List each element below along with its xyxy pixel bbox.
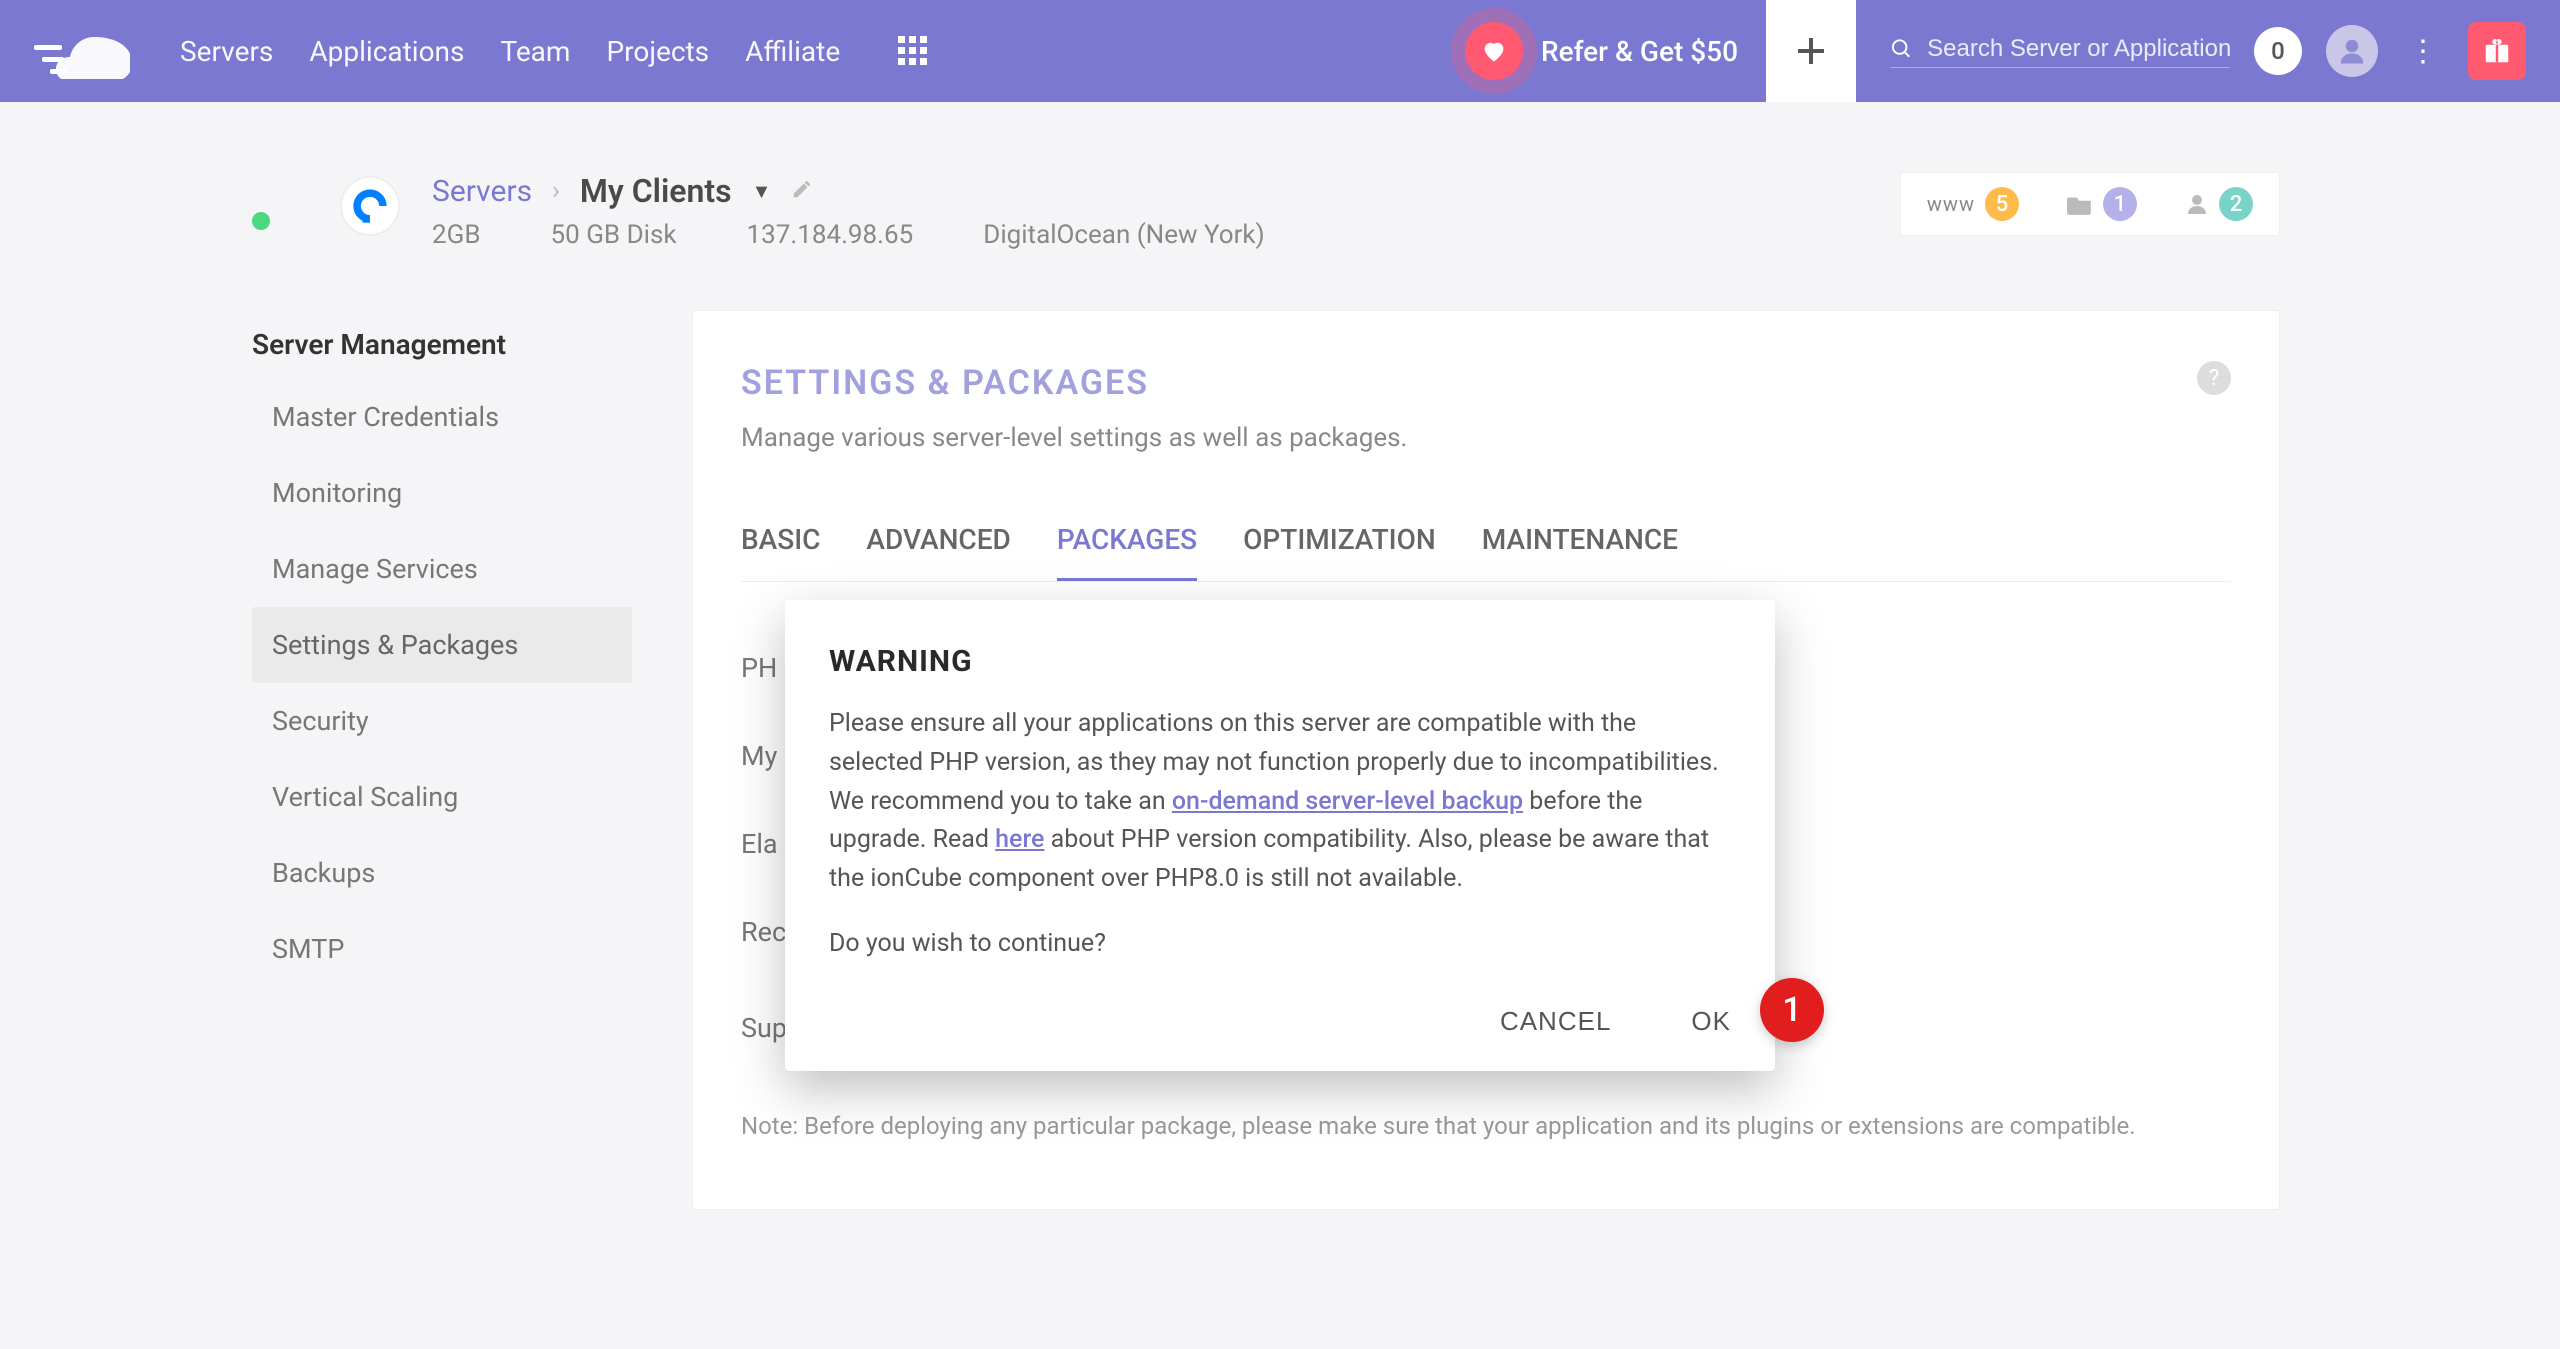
badge-users[interactable]: 2 (2185, 187, 2253, 221)
server-ram: 2GB (432, 220, 481, 250)
tab-optimization[interactable]: OPTIMIZATION (1243, 523, 1436, 581)
nav-links: Servers Applications Team Projects Affil… (180, 35, 840, 68)
refer-link[interactable]: Refer & Get $50 (1465, 22, 1738, 80)
tab-advanced[interactable]: ADVANCED (866, 523, 1010, 581)
brand-logo[interactable] (0, 23, 160, 79)
notifications-badge[interactable]: 0 (2254, 27, 2302, 75)
server-header: Servers › My Clients ▼ 2GB 50 GB Disk 13… (340, 172, 2280, 250)
top-nav: Servers Applications Team Projects Affil… (0, 0, 2560, 102)
digitalocean-icon (350, 186, 390, 226)
side-settings-packages[interactable]: Settings & Packages (252, 607, 632, 683)
nav-servers[interactable]: Servers (180, 35, 273, 68)
badge-users-count: 2 (2219, 187, 2253, 221)
refer-label: Refer & Get $50 (1541, 35, 1738, 68)
header-badges: www 5 1 2 (1900, 172, 2280, 236)
modal-body: Please ensure all your applications on t… (829, 705, 1731, 899)
gift-icon (2482, 36, 2512, 66)
www-icon: www (1927, 192, 1975, 216)
nav-team[interactable]: Team (500, 35, 570, 68)
badge-www-count: 5 (1985, 187, 2019, 221)
heart-icon (1465, 22, 1523, 80)
tab-basic[interactable]: BASIC (741, 523, 820, 581)
server-provider-location: DigitalOcean (New York) (983, 220, 1264, 250)
tab-maintenance[interactable]: MAINTENANCE (1482, 523, 1678, 581)
folder-icon (2067, 193, 2093, 215)
panel-subtitle: Manage various server-level settings as … (741, 423, 2231, 453)
top-right-tools: 0 ⋮ (1856, 22, 2560, 80)
chevron-down-icon[interactable]: ▼ (752, 179, 772, 204)
side-backups[interactable]: Backups (252, 835, 632, 911)
server-status-dot (252, 212, 270, 230)
breadcrumb-separator: › (552, 176, 560, 206)
breadcrumb-current: My Clients (580, 172, 732, 210)
global-search[interactable] (1890, 35, 2230, 68)
user-icon (2337, 36, 2367, 66)
panel-title: SETTINGS & PACKAGES (741, 363, 2231, 403)
side-menu-title: Server Management (252, 310, 632, 379)
side-smtp[interactable]: SMTP (252, 911, 632, 987)
here-link[interactable]: here (995, 825, 1044, 854)
side-manage-services[interactable]: Manage Services (252, 531, 632, 607)
side-security[interactable]: Security (252, 683, 632, 759)
side-monitoring[interactable]: Monitoring (252, 455, 632, 531)
side-vertical-scaling[interactable]: Vertical Scaling (252, 759, 632, 835)
nav-applications[interactable]: Applications (309, 35, 464, 68)
server-ip: 137.184.98.65 (747, 220, 914, 250)
side-master-credentials[interactable]: Master Credentials (252, 379, 632, 455)
badge-folder[interactable]: 1 (2067, 187, 2137, 221)
nav-affiliate[interactable]: Affiliate (745, 35, 840, 68)
panel-tabs: BASIC ADVANCED PACKAGES OPTIMIZATION MAI… (741, 523, 2231, 582)
more-menu[interactable]: ⋮ (2402, 34, 2444, 69)
cancel-button[interactable]: CANCEL (1500, 1006, 1611, 1037)
plus-icon (1796, 36, 1826, 66)
annotation-bubble: 1 (1760, 978, 1824, 1042)
apps-grid-icon[interactable] (898, 36, 928, 66)
backup-link[interactable]: on-demand server-level backup (1172, 787, 1523, 816)
modal-title: WARNING (829, 644, 1731, 679)
user-small-icon (2185, 192, 2209, 216)
badge-www[interactable]: www 5 (1927, 187, 2019, 221)
nav-projects[interactable]: Projects (606, 35, 709, 68)
tab-packages[interactable]: PACKAGES (1057, 523, 1197, 581)
provider-icon (340, 176, 400, 236)
panel-note: Note: Before deploying any particular pa… (741, 1112, 2231, 1140)
badge-folder-count: 1 (2103, 187, 2137, 221)
side-menu: Server Management Master Credentials Mon… (252, 310, 632, 1210)
modal-question: Do you wish to continue? (829, 929, 1731, 958)
avatar[interactable] (2326, 25, 2378, 77)
breadcrumb-root[interactable]: Servers (432, 174, 532, 209)
search-input[interactable] (1927, 35, 2230, 63)
add-button[interactable] (1766, 0, 1856, 102)
server-disk: 50 GB Disk (551, 220, 677, 250)
cloud-logo-icon (30, 23, 130, 79)
ok-button[interactable]: OK (1691, 1006, 1731, 1037)
search-icon (1890, 36, 1913, 62)
edit-icon[interactable] (791, 178, 813, 204)
warning-modal: WARNING Please ensure all your applicati… (785, 600, 1775, 1071)
gift-button[interactable] (2468, 22, 2526, 80)
help-icon[interactable]: ? (2197, 361, 2231, 395)
